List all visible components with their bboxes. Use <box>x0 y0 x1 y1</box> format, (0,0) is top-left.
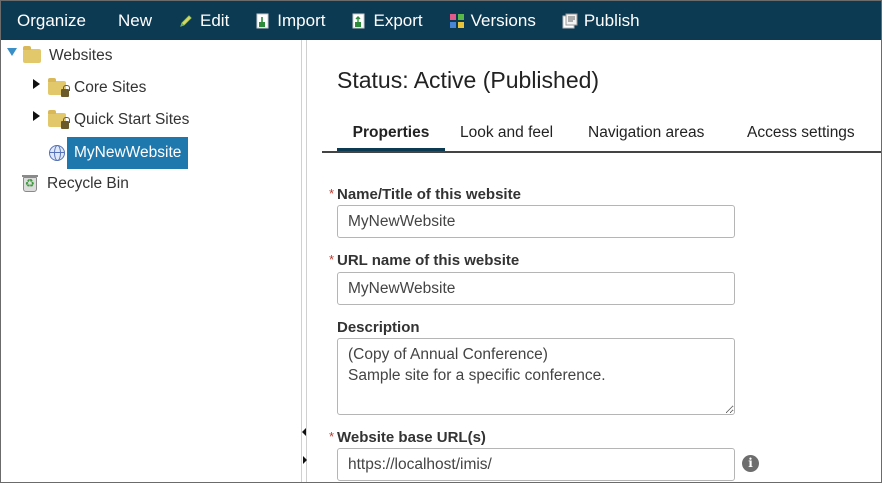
export-label: Export <box>373 10 423 30</box>
description-textarea[interactable]: (Copy of Annual Conference) Sample site … <box>337 338 735 415</box>
new-button[interactable]: New <box>118 1 152 40</box>
tab-access-settings[interactable]: Access settings <box>747 117 855 151</box>
tree-label-core-sites: Core Sites <box>74 79 147 96</box>
versions-button[interactable]: Versions <box>449 1 536 40</box>
tree-item-websites[interactable]: Websites <box>7 42 112 70</box>
edit-label: Edit <box>200 10 230 30</box>
globe-icon <box>49 145 65 161</box>
locked-folder-icon <box>48 110 70 129</box>
import-label: Import <box>277 10 326 30</box>
organize-button[interactable]: Organize <box>17 1 86 40</box>
base-url-field-label: Website base URL(s) <box>337 429 486 446</box>
name-input[interactable] <box>337 205 735 238</box>
edit-button[interactable]: Edit <box>178 1 229 40</box>
tree-item-quick-start-sites[interactable]: Quick Start Sites <box>33 106 189 134</box>
collapsed-arrow-icon[interactable] <box>33 79 40 89</box>
tree-item-mynewwebsite[interactable]: MyNewWebsite <box>49 137 189 169</box>
tree-label-quick-start-sites: Quick Start Sites <box>74 111 190 128</box>
lock-icon <box>61 85 70 97</box>
page-title: Status: Active (Published) <box>337 67 600 93</box>
required-marker: * <box>329 429 335 444</box>
toolbar: Organize New Edit Import Export Versions… <box>1 1 881 40</box>
versions-label: Versions <box>470 10 536 30</box>
publish-icon <box>562 13 578 29</box>
export-button[interactable]: Export <box>351 1 423 40</box>
window-frame: Organize New Edit Import Export Versions… <box>0 0 882 483</box>
tab-properties[interactable]: Properties <box>337 117 445 151</box>
tree-label-websites: Websites <box>49 47 113 64</box>
url-name-input[interactable] <box>337 272 735 305</box>
tab-navigation-areas[interactable]: Navigation areas <box>588 117 704 151</box>
tree-item-recycle-bin[interactable]: Recycle Bin <box>22 170 129 198</box>
locked-folder-icon <box>48 78 70 97</box>
recycle-bin-icon <box>22 174 38 192</box>
tree-item-core-sites[interactable]: Core Sites <box>33 74 146 102</box>
name-field-label: Name/Title of this website <box>337 186 521 203</box>
import-button[interactable]: Import <box>255 1 325 40</box>
required-marker: * <box>329 252 335 267</box>
publish-label: Publish <box>583 10 640 30</box>
import-icon <box>255 13 271 29</box>
description-field-label: Description <box>337 319 420 336</box>
expand-right-icon[interactable] <box>303 456 307 464</box>
site-tree: Websites Core Sites Quick Start Sites My… <box>1 40 301 482</box>
publish-button[interactable]: Publish <box>562 1 640 40</box>
collapsed-arrow-icon[interactable] <box>33 111 40 121</box>
new-label: New <box>117 10 152 30</box>
versions-icon <box>449 13 465 29</box>
panel-splitter[interactable] <box>301 40 307 482</box>
required-marker: * <box>329 186 335 201</box>
info-icon[interactable]: i <box>742 455 759 472</box>
expanded-arrow-icon[interactable] <box>7 48 17 56</box>
collapse-left-icon[interactable] <box>302 428 306 436</box>
folder-icon <box>23 46 41 63</box>
url-name-field-label: URL name of this website <box>337 252 520 269</box>
organize-label: Organize <box>17 10 86 30</box>
base-url-input[interactable] <box>337 448 735 481</box>
pencil-icon <box>178 13 194 29</box>
tab-look-and-feel[interactable]: Look and feel <box>460 117 553 151</box>
lock-icon <box>61 117 70 129</box>
tree-label-recycle-bin: Recycle Bin <box>47 175 129 192</box>
tree-label-mynewwebsite: MyNewWebsite <box>67 137 189 169</box>
tab-bar: Properties Look and feel Navigation area… <box>322 117 881 153</box>
export-icon <box>351 13 367 29</box>
